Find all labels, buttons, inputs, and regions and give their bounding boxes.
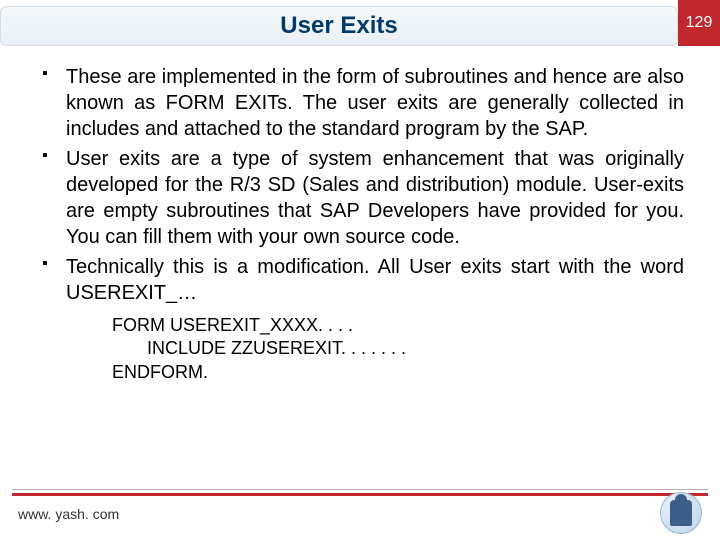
logo-icon — [670, 500, 692, 526]
divider-thick — [12, 493, 708, 496]
footer: www. yash. com — [0, 480, 720, 540]
slide: User Exits 129 These are implemented in … — [0, 0, 720, 540]
bullet-list: These are implemented in the form of sub… — [36, 64, 684, 306]
code-sample: FORM USEREXIT_XXXX. . . . INCLUDE ZZUSER… — [112, 314, 684, 384]
divider-thin — [12, 489, 708, 490]
title-bar: User Exits — [0, 6, 678, 46]
footer-site-url: www. yash. com — [18, 506, 119, 522]
bullet-item: User exits are a type of system enhancem… — [36, 146, 684, 250]
slide-title: User Exits — [280, 12, 397, 40]
bullet-item: Technically this is a modification. All … — [36, 254, 684, 306]
bullet-item: These are implemented in the form of sub… — [36, 64, 684, 142]
content-area: These are implemented in the form of sub… — [36, 64, 684, 384]
logo-badge — [660, 492, 702, 534]
page-number-tab: 129 — [678, 0, 720, 46]
